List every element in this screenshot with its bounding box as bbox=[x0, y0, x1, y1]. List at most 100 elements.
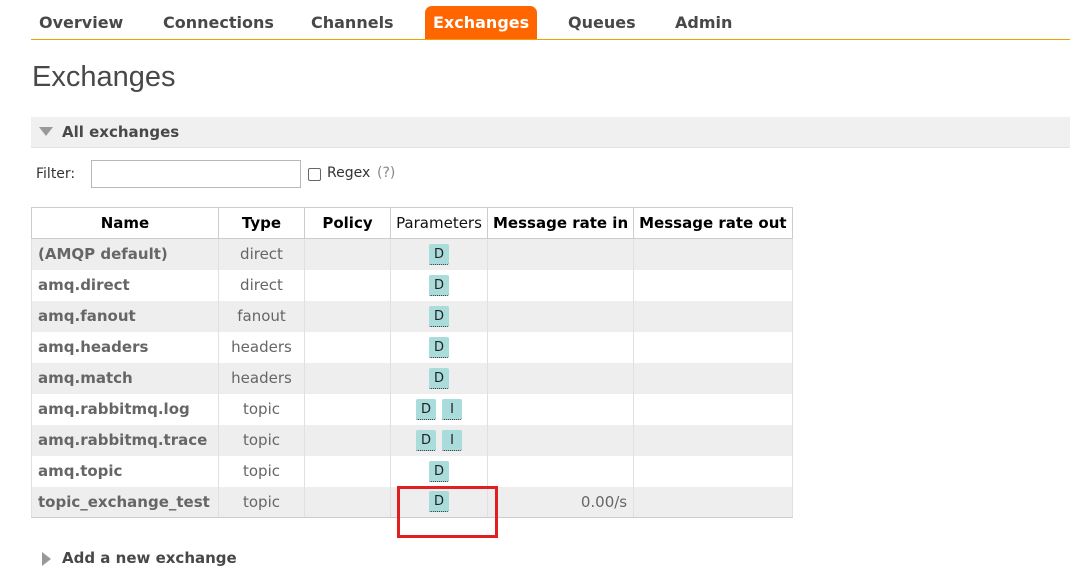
exchange-name-link[interactable]: topic_exchange_test bbox=[31, 486, 219, 518]
exchange-type: topic bbox=[218, 393, 305, 425]
nav-tab-channels[interactable]: Channels bbox=[303, 6, 402, 39]
regex-help-link[interactable]: (?) bbox=[377, 165, 395, 181]
column-header-policy[interactable]: Policy bbox=[304, 207, 391, 239]
filter-label: Filter: bbox=[36, 166, 76, 182]
exchange-policy bbox=[304, 269, 391, 301]
exchange-policy bbox=[304, 393, 391, 425]
table-row: amq.direct direct D bbox=[31, 269, 793, 301]
regex-checkbox[interactable] bbox=[308, 168, 321, 181]
message-rate-in bbox=[486, 269, 635, 301]
message-rate-out bbox=[633, 269, 793, 301]
durable-badge: D bbox=[429, 336, 449, 358]
exchange-parameters: DI bbox=[390, 393, 488, 425]
all-exchanges-section-header[interactable]: All exchanges bbox=[31, 117, 1070, 148]
durable-badge: D bbox=[416, 429, 436, 451]
message-rate-out bbox=[633, 331, 793, 363]
message-rate-out bbox=[633, 238, 793, 270]
exchange-name-link[interactable]: amq.match bbox=[31, 362, 219, 394]
durable-badge: D bbox=[429, 460, 449, 482]
exchange-type: direct bbox=[218, 238, 305, 270]
message-rate-out bbox=[633, 424, 793, 456]
exchange-type: topic bbox=[218, 486, 305, 518]
regex-label[interactable]: Regex bbox=[327, 165, 370, 181]
exchange-policy bbox=[304, 238, 391, 270]
top-nav: Overview Connections Channels Exchanges … bbox=[31, 6, 1070, 40]
table-body: (AMQP default) direct Damq.direct direct Dam… bbox=[31, 238, 793, 518]
internal-badge: I bbox=[442, 429, 462, 451]
exchange-name-link[interactable]: amq.rabbitmq.trace bbox=[31, 424, 219, 456]
exchange-type: fanout bbox=[218, 300, 305, 332]
durable-badge: D bbox=[429, 274, 449, 296]
add-exchange-label: Add a new exchange bbox=[62, 549, 237, 567]
message-rate-in bbox=[486, 424, 635, 456]
nav-tab-connections[interactable]: Connections bbox=[155, 6, 282, 39]
filter-input[interactable] bbox=[91, 160, 301, 188]
exchange-type: topic bbox=[218, 455, 305, 487]
durable-badge: D bbox=[429, 243, 449, 265]
nav-tab-queues[interactable]: Queues bbox=[560, 6, 644, 39]
column-header-type[interactable]: Type bbox=[218, 207, 305, 239]
exchange-name-link[interactable]: (AMQP default) bbox=[31, 238, 219, 270]
exchange-policy bbox=[304, 362, 391, 394]
nav-tab-overview[interactable]: Overview bbox=[31, 6, 131, 39]
exchange-name-link[interactable]: amq.rabbitmq.log bbox=[31, 393, 219, 425]
message-rate-out bbox=[633, 300, 793, 332]
internal-badge: I bbox=[442, 398, 462, 420]
durable-badge: D bbox=[416, 398, 436, 420]
message-rate-out bbox=[633, 362, 793, 394]
exchange-policy bbox=[304, 424, 391, 456]
nav-tab-exchanges[interactable]: Exchanges bbox=[425, 6, 538, 39]
exchange-parameters: D bbox=[390, 331, 488, 363]
exchange-parameters: D bbox=[390, 269, 488, 301]
exchanges-table: Name Type Policy Parameters Message rate… bbox=[31, 207, 793, 518]
exchange-parameters: DI bbox=[390, 424, 488, 456]
exchange-name-link[interactable]: amq.headers bbox=[31, 331, 219, 363]
durable-badge: D bbox=[429, 305, 449, 327]
message-rate-out bbox=[633, 455, 793, 487]
filter-row: Filter: Regex (?) bbox=[36, 159, 556, 188]
exchange-policy bbox=[304, 300, 391, 332]
exchange-type: direct bbox=[218, 269, 305, 301]
exchange-parameters: D bbox=[390, 300, 488, 332]
page-title: Exchanges bbox=[32, 61, 176, 93]
message-rate-in bbox=[486, 238, 635, 270]
collapsed-triangle-icon bbox=[42, 552, 51, 566]
message-rate-out bbox=[633, 393, 793, 425]
nav-tab-admin[interactable]: Admin bbox=[667, 6, 740, 39]
table-row: amq.fanout fanout D bbox=[31, 300, 793, 332]
message-rate-in: 0.00/s bbox=[486, 486, 635, 518]
message-rate-in bbox=[486, 455, 635, 487]
column-header-name[interactable]: Name bbox=[31, 207, 219, 239]
exchange-name-link[interactable]: amq.topic bbox=[31, 455, 219, 487]
table-header-row: Name Type Policy Parameters Message rate… bbox=[31, 207, 793, 239]
durable-badge: D bbox=[429, 367, 449, 389]
message-rate-in bbox=[486, 300, 635, 332]
column-header-rate-in[interactable]: Message rate in bbox=[486, 207, 635, 239]
message-rate-in bbox=[486, 362, 635, 394]
exchange-type: headers bbox=[218, 362, 305, 394]
section-label: All exchanges bbox=[62, 123, 180, 141]
table-row: amq.match headers D bbox=[31, 362, 793, 394]
message-rate-in bbox=[486, 331, 635, 363]
red-highlight-annotation bbox=[397, 486, 498, 538]
exchange-parameters: D bbox=[390, 455, 488, 487]
exchange-type: topic bbox=[218, 424, 305, 456]
message-rate-out bbox=[633, 486, 793, 518]
exchange-type: headers bbox=[218, 331, 305, 363]
exchange-name-link[interactable]: amq.fanout bbox=[31, 300, 219, 332]
table-row: (AMQP default) direct D bbox=[31, 238, 793, 270]
exchange-policy bbox=[304, 455, 391, 487]
expanded-triangle-icon bbox=[39, 127, 53, 136]
table-row: amq.rabbitmq.trace topic D I bbox=[31, 424, 793, 456]
table-row: amq.headers headers D bbox=[31, 331, 793, 363]
exchange-policy bbox=[304, 331, 391, 363]
table-row: amq.rabbitmq.log topic D I bbox=[31, 393, 793, 425]
table-row: amq.topic topic D bbox=[31, 455, 793, 487]
exchange-parameters: D bbox=[390, 238, 488, 270]
message-rate-in bbox=[486, 393, 635, 425]
exchange-policy bbox=[304, 486, 391, 518]
column-header-parameters: Parameters bbox=[390, 207, 488, 239]
column-header-rate-out[interactable]: Message rate out bbox=[633, 207, 793, 239]
exchange-parameters: D bbox=[390, 362, 488, 394]
exchange-name-link[interactable]: amq.direct bbox=[31, 269, 219, 301]
